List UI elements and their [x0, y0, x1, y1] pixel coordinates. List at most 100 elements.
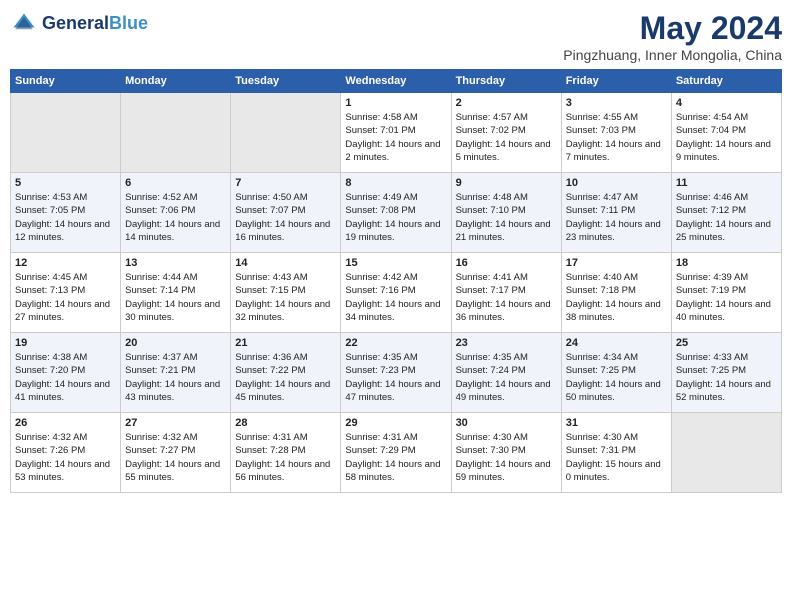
- calendar-cell: 25 Sunrise: 4:33 AM Sunset: 7:25 PM Dayl…: [671, 333, 781, 413]
- sunrise-label: Sunrise: 4:48 AM: [456, 192, 528, 203]
- cell-content: Sunrise: 4:53 AM Sunset: 7:05 PM Dayligh…: [15, 191, 116, 244]
- calendar-week-row: 19 Sunrise: 4:38 AM Sunset: 7:20 PM Dayl…: [11, 333, 782, 413]
- sunset-label: Sunset: 7:27 PM: [125, 445, 195, 456]
- logo-icon: [10, 10, 38, 38]
- calendar-cell: 26 Sunrise: 4:32 AM Sunset: 7:26 PM Dayl…: [11, 413, 121, 493]
- daylight-label: Daylight: 14 hours and 50 minutes.: [566, 379, 661, 403]
- daylight-label: Daylight: 14 hours and 14 minutes.: [125, 219, 220, 243]
- calendar-cell: 31 Sunrise: 4:30 AM Sunset: 7:31 PM Dayl…: [561, 413, 671, 493]
- calendar-cell: 28 Sunrise: 4:31 AM Sunset: 7:28 PM Dayl…: [231, 413, 341, 493]
- calendar-cell: 8 Sunrise: 4:49 AM Sunset: 7:08 PM Dayli…: [341, 173, 451, 253]
- sunset-label: Sunset: 7:18 PM: [566, 285, 636, 296]
- cell-content: Sunrise: 4:34 AM Sunset: 7:25 PM Dayligh…: [566, 351, 667, 404]
- calendar-cell: 27 Sunrise: 4:32 AM Sunset: 7:27 PM Dayl…: [121, 413, 231, 493]
- sunrise-label: Sunrise: 4:43 AM: [235, 272, 307, 283]
- title-block: May 2024 Pingzhuang, Inner Mongolia, Chi…: [563, 10, 782, 63]
- sunrise-label: Sunrise: 4:55 AM: [566, 112, 638, 123]
- sunrise-label: Sunrise: 4:44 AM: [125, 272, 197, 283]
- sunset-label: Sunset: 7:19 PM: [676, 285, 746, 296]
- cell-content: Sunrise: 4:46 AM Sunset: 7:12 PM Dayligh…: [676, 191, 777, 244]
- day-number: 11: [676, 177, 777, 189]
- sunset-label: Sunset: 7:20 PM: [15, 365, 85, 376]
- sunrise-label: Sunrise: 4:30 AM: [456, 432, 528, 443]
- calendar-cell: 3 Sunrise: 4:55 AM Sunset: 7:03 PM Dayli…: [561, 93, 671, 173]
- sunrise-label: Sunrise: 4:31 AM: [345, 432, 417, 443]
- calendar-cell: 15 Sunrise: 4:42 AM Sunset: 7:16 PM Dayl…: [341, 253, 451, 333]
- sunset-label: Sunset: 7:13 PM: [15, 285, 85, 296]
- daylight-label: Daylight: 14 hours and 58 minutes.: [345, 459, 440, 483]
- calendar-week-row: 5 Sunrise: 4:53 AM Sunset: 7:05 PM Dayli…: [11, 173, 782, 253]
- day-number: 1: [345, 97, 446, 109]
- calendar-cell: 10 Sunrise: 4:47 AM Sunset: 7:11 PM Dayl…: [561, 173, 671, 253]
- page-header: GeneralBlue May 2024 Pingzhuang, Inner M…: [10, 10, 782, 63]
- daylight-label: Daylight: 14 hours and 30 minutes.: [125, 299, 220, 323]
- cell-content: Sunrise: 4:35 AM Sunset: 7:24 PM Dayligh…: [456, 351, 557, 404]
- sunset-label: Sunset: 7:29 PM: [345, 445, 415, 456]
- sunset-label: Sunset: 7:21 PM: [125, 365, 195, 376]
- sunset-label: Sunset: 7:06 PM: [125, 205, 195, 216]
- sunset-label: Sunset: 7:17 PM: [456, 285, 526, 296]
- sunset-label: Sunset: 7:12 PM: [676, 205, 746, 216]
- calendar-cell: [11, 93, 121, 173]
- sunrise-label: Sunrise: 4:38 AM: [15, 352, 87, 363]
- cell-content: Sunrise: 4:39 AM Sunset: 7:19 PM Dayligh…: [676, 271, 777, 324]
- sunset-label: Sunset: 7:14 PM: [125, 285, 195, 296]
- sunset-label: Sunset: 7:24 PM: [456, 365, 526, 376]
- day-number: 8: [345, 177, 446, 189]
- sunset-label: Sunset: 7:30 PM: [456, 445, 526, 456]
- day-number: 13: [125, 257, 226, 269]
- sunset-label: Sunset: 7:22 PM: [235, 365, 305, 376]
- daylight-label: Daylight: 14 hours and 41 minutes.: [15, 379, 110, 403]
- daylight-label: Daylight: 14 hours and 49 minutes.: [456, 379, 551, 403]
- sunset-label: Sunset: 7:23 PM: [345, 365, 415, 376]
- cell-content: Sunrise: 4:57 AM Sunset: 7:02 PM Dayligh…: [456, 111, 557, 164]
- logo: GeneralBlue: [10, 10, 148, 38]
- column-header-friday: Friday: [561, 70, 671, 93]
- sunset-label: Sunset: 7:28 PM: [235, 445, 305, 456]
- day-number: 6: [125, 177, 226, 189]
- day-number: 7: [235, 177, 336, 189]
- daylight-label: Daylight: 14 hours and 40 minutes.: [676, 299, 771, 323]
- month-title: May 2024: [563, 10, 782, 47]
- sunrise-label: Sunrise: 4:37 AM: [125, 352, 197, 363]
- daylight-label: Daylight: 14 hours and 9 minutes.: [676, 139, 771, 163]
- day-number: 22: [345, 337, 446, 349]
- daylight-label: Daylight: 14 hours and 47 minutes.: [345, 379, 440, 403]
- day-number: 2: [456, 97, 557, 109]
- daylight-label: Daylight: 14 hours and 55 minutes.: [125, 459, 220, 483]
- calendar-table: SundayMondayTuesdayWednesdayThursdayFrid…: [10, 69, 782, 493]
- cell-content: Sunrise: 4:50 AM Sunset: 7:07 PM Dayligh…: [235, 191, 336, 244]
- day-number: 27: [125, 417, 226, 429]
- column-header-saturday: Saturday: [671, 70, 781, 93]
- calendar-cell: 13 Sunrise: 4:44 AM Sunset: 7:14 PM Dayl…: [121, 253, 231, 333]
- day-number: 23: [456, 337, 557, 349]
- sunrise-label: Sunrise: 4:45 AM: [15, 272, 87, 283]
- cell-content: Sunrise: 4:31 AM Sunset: 7:29 PM Dayligh…: [345, 431, 446, 484]
- daylight-label: Daylight: 14 hours and 45 minutes.: [235, 379, 330, 403]
- cell-content: Sunrise: 4:44 AM Sunset: 7:14 PM Dayligh…: [125, 271, 226, 324]
- calendar-cell: 14 Sunrise: 4:43 AM Sunset: 7:15 PM Dayl…: [231, 253, 341, 333]
- sunrise-label: Sunrise: 4:58 AM: [345, 112, 417, 123]
- sunrise-label: Sunrise: 4:47 AM: [566, 192, 638, 203]
- cell-content: Sunrise: 4:38 AM Sunset: 7:20 PM Dayligh…: [15, 351, 116, 404]
- day-number: 31: [566, 417, 667, 429]
- sunset-label: Sunset: 7:05 PM: [15, 205, 85, 216]
- daylight-label: Daylight: 14 hours and 36 minutes.: [456, 299, 551, 323]
- daylight-label: Daylight: 14 hours and 38 minutes.: [566, 299, 661, 323]
- location-title: Pingzhuang, Inner Mongolia, China: [563, 47, 782, 63]
- day-number: 16: [456, 257, 557, 269]
- column-header-sunday: Sunday: [11, 70, 121, 93]
- calendar-cell: 23 Sunrise: 4:35 AM Sunset: 7:24 PM Dayl…: [451, 333, 561, 413]
- sunset-label: Sunset: 7:16 PM: [345, 285, 415, 296]
- sunrise-label: Sunrise: 4:52 AM: [125, 192, 197, 203]
- cell-content: Sunrise: 4:55 AM Sunset: 7:03 PM Dayligh…: [566, 111, 667, 164]
- cell-content: Sunrise: 4:35 AM Sunset: 7:23 PM Dayligh…: [345, 351, 446, 404]
- daylight-label: Daylight: 14 hours and 53 minutes.: [15, 459, 110, 483]
- sunrise-label: Sunrise: 4:36 AM: [235, 352, 307, 363]
- cell-content: Sunrise: 4:47 AM Sunset: 7:11 PM Dayligh…: [566, 191, 667, 244]
- daylight-label: Daylight: 14 hours and 2 minutes.: [345, 139, 440, 163]
- logo-text: GeneralBlue: [42, 14, 148, 34]
- calendar-cell: 30 Sunrise: 4:30 AM Sunset: 7:30 PM Dayl…: [451, 413, 561, 493]
- sunrise-label: Sunrise: 4:32 AM: [125, 432, 197, 443]
- cell-content: Sunrise: 4:32 AM Sunset: 7:27 PM Dayligh…: [125, 431, 226, 484]
